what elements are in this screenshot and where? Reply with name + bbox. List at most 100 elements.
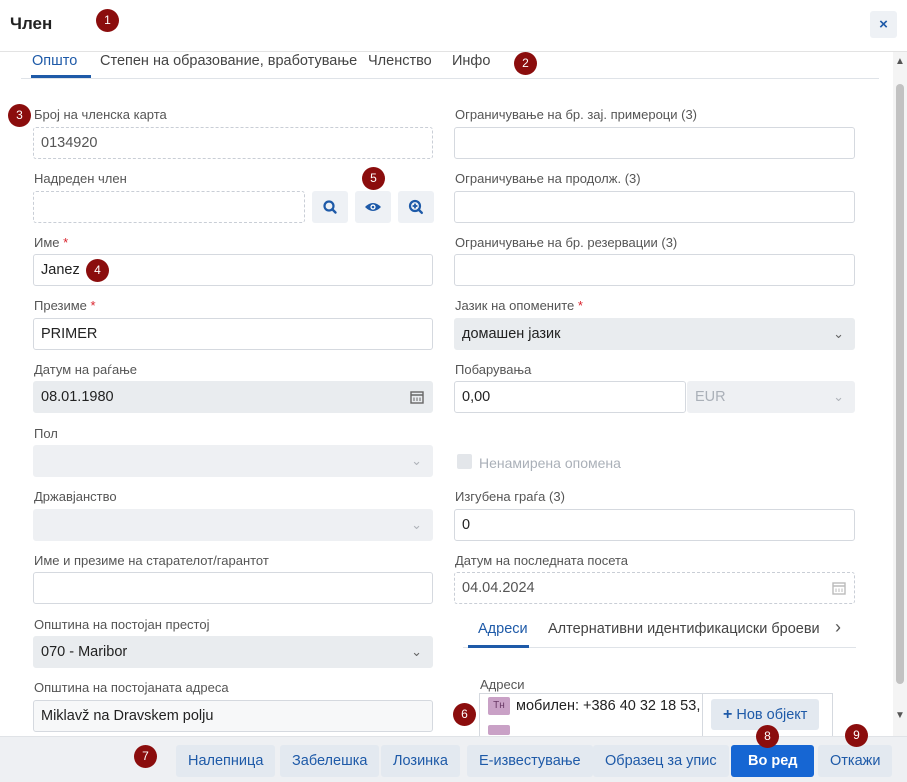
limit-reservations-label: Ограничување на бр. резервации (3) (455, 235, 678, 250)
name-label: Име * (34, 235, 68, 250)
scroll-down-icon[interactable]: ▼ (893, 710, 907, 721)
zoom-member-button[interactable] (398, 191, 434, 223)
surname-label-text: Презиме (34, 298, 87, 313)
card-number-field[interactable]: 0134920 (33, 127, 433, 159)
active-tab-indicator (31, 75, 91, 78)
chevron-down-icon: ⌄ (833, 389, 844, 404)
unintended-reminder-label: Ненамирена опомена (479, 455, 621, 471)
dialog-header: Член × (0, 0, 907, 52)
badge-8: 8 (756, 725, 779, 748)
last-visit-field[interactable]: 04.04.2024 (454, 572, 855, 604)
limit-renewals-label: Ограничување на продолж. (3) (455, 171, 641, 186)
subtab-alternative-ids[interactable]: Алтернативни идентификациски броеви (548, 621, 820, 637)
chevron-right-icon[interactable]: › (835, 617, 841, 638)
address-text: мобилен: +386 40 32 18 53, (516, 697, 701, 714)
municipality-select[interactable]: 070 - Maribor ⌄ (33, 636, 433, 668)
addresses-label: Адреси (480, 677, 525, 692)
subtab-addresses[interactable]: Адреси (478, 621, 528, 637)
claims-label: Побарувања (455, 362, 532, 377)
close-button[interactable]: × (870, 11, 897, 38)
badge-5: 5 (362, 167, 385, 190)
last-visit-label: Датум на последната посета (455, 553, 629, 568)
calendar-icon (832, 582, 846, 595)
address-list: Тн мобилен: +386 40 32 18 53, (479, 693, 703, 736)
ok-button[interactable]: Во ред (731, 745, 815, 777)
badge-2: 2 (514, 52, 537, 75)
reminder-language-select[interactable]: домашен јазик ⌄ (454, 318, 855, 350)
dialog-title: Член (10, 14, 53, 33)
address-type-badge (488, 725, 510, 735)
municipality-address-label: Општина на постојаната адреса (34, 680, 229, 695)
badge-9: 9 (845, 724, 868, 747)
card-number-label: Број на членска карта (34, 107, 167, 122)
enrollment-form-button[interactable]: Образец за упис (593, 745, 729, 777)
new-object-label: Нов објект (736, 707, 808, 723)
label-button[interactable]: Налепница (176, 745, 276, 777)
surname-label: Презиме * (34, 298, 96, 313)
password-button[interactable]: Лозинка (381, 745, 460, 777)
view-member-button[interactable] (355, 191, 391, 223)
search-icon (323, 200, 337, 214)
chevron-down-icon: ⌄ (411, 453, 422, 468)
active-subtab-indicator (468, 645, 529, 648)
currency-select[interactable]: EUR ⌄ (687, 381, 855, 413)
currency-value: EUR (695, 389, 726, 405)
main-tabs: Општо Степен на образование, вработување… (21, 52, 879, 79)
name-label-text: Име (34, 235, 60, 250)
badge-1: 1 (96, 9, 119, 32)
scroll-thumb[interactable] (896, 84, 904, 684)
chevron-down-icon: ⌄ (833, 326, 844, 341)
search-member-button[interactable] (312, 191, 348, 223)
required-asterisk: * (63, 235, 69, 250)
required-asterisk: * (577, 298, 583, 313)
limit-loans-field[interactable] (454, 127, 855, 159)
reminder-language-label-text: Јазик на опомените (455, 298, 575, 313)
birth-date-label: Датум на раѓање (34, 362, 137, 377)
reminder-language-label: Јазик на опомените * (455, 298, 583, 313)
limit-reservations-field[interactable] (454, 254, 855, 286)
zoom-in-icon (408, 199, 423, 214)
tab-membership[interactable]: Членство (368, 53, 432, 69)
scrollbar[interactable]: ▲ ▼ (893, 52, 907, 736)
last-visit-value: 04.04.2024 (462, 580, 535, 596)
superior-member-field[interactable] (33, 191, 305, 223)
eye-icon (365, 203, 381, 211)
chevron-down-icon: ⌄ (411, 517, 422, 532)
birth-date-field[interactable]: 08.01.1980 (33, 381, 433, 413)
form-content: Број на членска карта 0134920 Надреден ч… (0, 80, 893, 736)
badge-7: 7 (134, 745, 157, 768)
lost-items-field[interactable]: 0 (454, 509, 855, 541)
tab-general[interactable]: Општо (32, 53, 77, 69)
lost-items-label: Изгубена граѓа (3) (455, 489, 565, 504)
municipality-label: Општина на постојан престој (34, 617, 210, 632)
calendar-icon[interactable] (410, 390, 424, 404)
limit-loans-label: Ограничување на бр. зај. примероци (3) (455, 107, 698, 122)
list-item[interactable]: Тн мобилен: +386 40 32 18 53, (488, 697, 700, 715)
surname-field[interactable]: PRIMER (33, 318, 433, 350)
guardian-field[interactable] (33, 572, 433, 604)
note-button[interactable]: Забелешка (280, 745, 380, 777)
tab-info[interactable]: Инфо (452, 53, 490, 69)
citizenship-select[interactable]: ⌄ (33, 509, 433, 541)
badge-3: 3 (8, 104, 31, 127)
badge-4: 4 (86, 259, 109, 282)
birth-date-value: 08.01.1980 (41, 389, 114, 405)
citizenship-label: Државјанство (34, 489, 117, 504)
tab-education-employment[interactable]: Степен на образование, вработување (100, 53, 357, 69)
municipality-address-field[interactable]: Miklavž na Dravskem polju (33, 700, 433, 732)
address-subtabs: Адреси Алтернативни идентификациски брое… (463, 614, 856, 648)
limit-renewals-field[interactable] (454, 191, 855, 223)
gender-label: Пол (34, 426, 58, 441)
e-notification-button[interactable]: Е-известување (467, 745, 593, 777)
municipality-value: 070 - Maribor (41, 644, 128, 660)
guardian-label: Име и презиме на старателот/гарантот (34, 553, 269, 568)
unintended-reminder-checkbox[interactable] (457, 454, 472, 469)
address-type-badge: Тн (488, 697, 510, 715)
claims-field[interactable]: 0,00 (454, 381, 686, 413)
plus-icon: + (723, 706, 733, 723)
gender-select[interactable]: ⌄ (33, 445, 433, 477)
scroll-up-icon[interactable]: ▲ (893, 56, 907, 67)
reminder-language-value: домашен јазик (462, 326, 561, 342)
chevron-down-icon: ⌄ (411, 644, 422, 659)
cancel-button[interactable]: Откажи (818, 745, 893, 777)
